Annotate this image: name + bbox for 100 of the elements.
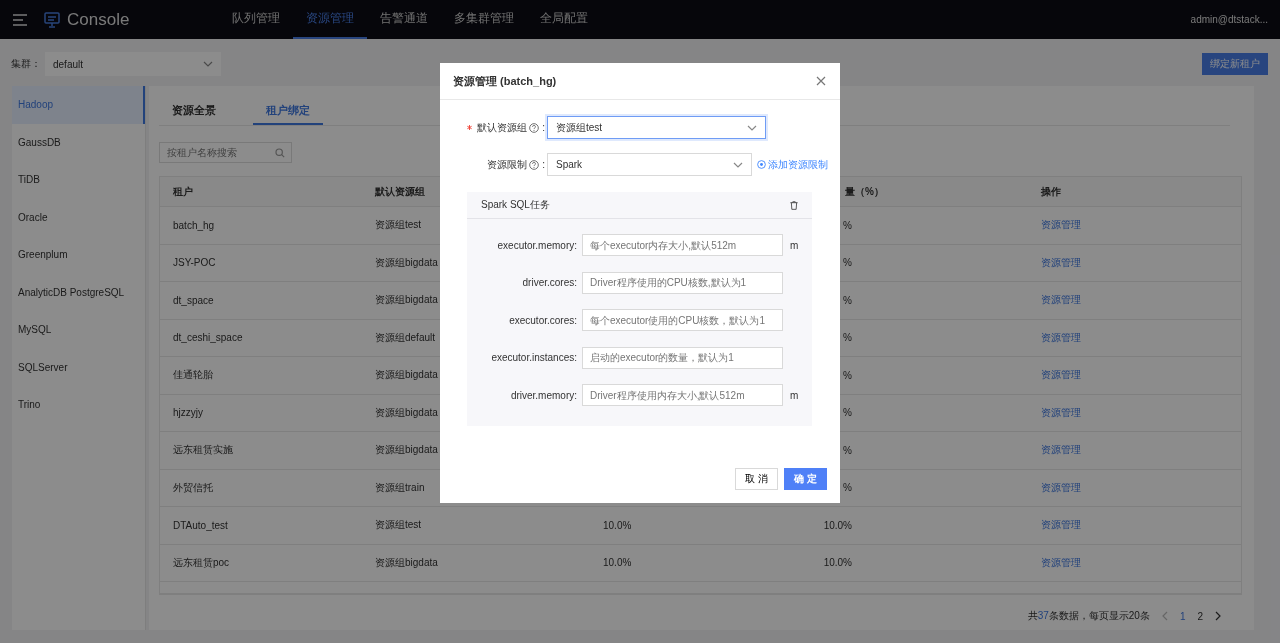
- cancel-button[interactable]: 取 消: [735, 468, 779, 490]
- manage-link[interactable]: 资源管理: [1041, 405, 1081, 420]
- table-cell: 远东租赁实施: [173, 444, 233, 456]
- nav-tab[interactable]: 队列管理: [219, 0, 294, 39]
- manage-link[interactable]: 资源管理: [1041, 255, 1081, 270]
- select-field[interactable]: Spark: [547, 153, 752, 176]
- page-number[interactable]: 1: [1179, 610, 1186, 622]
- table-cell: 资源组test: [375, 219, 422, 231]
- table-cell: hjzzyjy: [173, 407, 203, 419]
- manage-link[interactable]: 资源管理: [1041, 218, 1081, 233]
- next-page-icon[interactable]: [1215, 611, 1221, 621]
- table-cell: 资源组bigdata: [375, 406, 438, 418]
- sidebar-item[interactable]: SQLServer: [12, 348, 145, 386]
- bind-tenant-button[interactable]: 绑定新租户: [1202, 53, 1268, 75]
- table-cell: 远东租赁poc: [173, 556, 230, 568]
- select-field[interactable]: 资源组test: [547, 116, 766, 139]
- monitor-icon: [44, 11, 60, 28]
- sidebar-item[interactable]: Oracle: [12, 198, 145, 236]
- add-limit-link[interactable]: 添加资源限制: [757, 157, 828, 172]
- sidebar-item[interactable]: MySQL: [12, 311, 145, 349]
- panel-title: Spark SQL任务: [481, 198, 550, 212]
- table-cell: 外贸信托: [173, 481, 213, 493]
- table-cell: 资源组bigdata: [375, 444, 438, 456]
- unit-label: m: [790, 389, 799, 401]
- field-label: driver.memory:: [509, 389, 577, 401]
- table-cell: %: [843, 257, 852, 269]
- help-icon: [529, 122, 540, 133]
- manage-link[interactable]: 资源管理: [1041, 443, 1081, 458]
- manage-link[interactable]: 资源管理: [1041, 330, 1081, 345]
- sidebar-item[interactable]: Greenplum: [12, 236, 145, 274]
- manage-link[interactable]: 资源管理: [1041, 480, 1081, 495]
- chevron-down-icon: [733, 161, 743, 168]
- pagination-total: 共37条数据，每页显示20条: [1027, 609, 1150, 623]
- nav-tab[interactable]: 多集群管理: [441, 0, 528, 39]
- help-icon: [529, 159, 540, 170]
- table-cell: 资源组bigdata: [375, 369, 438, 381]
- menu-icon[interactable]: [13, 13, 27, 26]
- sidebar-item[interactable]: TiDB: [12, 161, 145, 199]
- field-label: executor.memory:: [496, 239, 577, 251]
- table-cell: 10.0%: [603, 557, 632, 569]
- sidebar-item[interactable]: AnalyticDB PostgreSQL: [12, 273, 145, 311]
- table-cell: 资源组bigdata: [375, 294, 438, 306]
- search-icon[interactable]: [275, 147, 285, 158]
- table-cell: %: [843, 219, 852, 231]
- trash-icon[interactable]: [790, 200, 798, 210]
- tab[interactable]: 租户绑定: [253, 100, 323, 125]
- table-cell: 10.0%: [823, 519, 852, 531]
- manage-link[interactable]: 资源管理: [1041, 293, 1081, 308]
- circle-dot-icon: [757, 160, 766, 169]
- chevron-down-icon: [203, 61, 213, 67]
- app-title: Console: [67, 9, 130, 30]
- table-cell: 资源组train: [375, 481, 425, 493]
- table-cell: %: [843, 332, 852, 344]
- table-cell: %: [843, 444, 852, 456]
- table-cell: 10.0%: [823, 557, 852, 569]
- table-cell: %: [843, 407, 852, 419]
- field-label: executor.instances:: [490, 352, 577, 363]
- table-cell: batch_hg: [173, 219, 215, 231]
- label-colon: :: [542, 159, 545, 170]
- input-field[interactable]: 启动的executor的数量，默认为1: [582, 346, 783, 369]
- input-field[interactable]: 每个executor内存大小,默认512m: [582, 234, 783, 256]
- table-cell: DTAuto_test: [173, 519, 228, 531]
- nav-tab[interactable]: 告警通道: [367, 0, 442, 39]
- sidebar-item[interactable]: GaussDB: [12, 123, 145, 161]
- table-cell: dt_space: [173, 294, 214, 306]
- table-cell: 资源组test: [375, 519, 422, 531]
- input-field[interactable]: 每个executor使用的CPU核数，默认为1: [582, 309, 783, 331]
- table-cell: dt_ceshi_space: [173, 332, 243, 344]
- page-number[interactable]: 2: [1197, 610, 1203, 622]
- sidebar-item[interactable]: Trino: [12, 386, 145, 424]
- manage-link[interactable]: 资源管理: [1041, 518, 1081, 533]
- form-label: 默认资源组: [477, 120, 528, 135]
- nav-tab[interactable]: 全局配置: [527, 0, 602, 39]
- table-cell: 资源组bigdata: [375, 556, 438, 568]
- sidebar-item[interactable]: Hadoop: [12, 86, 145, 124]
- table-cell: %: [843, 482, 852, 494]
- manage-link[interactable]: 资源管理: [1041, 368, 1081, 383]
- confirm-button[interactable]: 确 定: [784, 468, 827, 490]
- label-colon: :: [542, 122, 545, 133]
- input-field[interactable]: Driver程序使用的CPU核数,默认为1: [582, 271, 783, 294]
- column-header: 量（%）: [845, 185, 884, 197]
- close-icon[interactable]: [816, 76, 826, 86]
- tab[interactable]: 资源全景: [159, 100, 229, 125]
- user-account[interactable]: admin@dtstack...: [1190, 14, 1268, 25]
- manage-link[interactable]: 资源管理: [1041, 555, 1081, 570]
- table-cell: 资源组default: [375, 331, 436, 343]
- table-cell: 10.0%: [603, 519, 632, 531]
- unit-label: m: [790, 239, 799, 251]
- table-cell: 佳通轮胎: [173, 369, 213, 381]
- search-field[interactable]: 按租户名称搜索: [159, 142, 292, 163]
- column-header: 默认资源组: [375, 185, 425, 197]
- column-header: 租户: [173, 185, 193, 197]
- input-field[interactable]: Driver程序使用内存大小,默认512m: [582, 384, 783, 406]
- cluster-label: 集群：: [11, 57, 41, 71]
- cluster-select[interactable]: default: [45, 52, 221, 76]
- table-cell: %: [843, 294, 852, 306]
- nav-tab[interactable]: 资源管理: [293, 0, 368, 39]
- table-cell: %: [843, 369, 852, 381]
- column-header: 操作: [1041, 185, 1061, 197]
- chevron-down-icon: [747, 124, 757, 131]
